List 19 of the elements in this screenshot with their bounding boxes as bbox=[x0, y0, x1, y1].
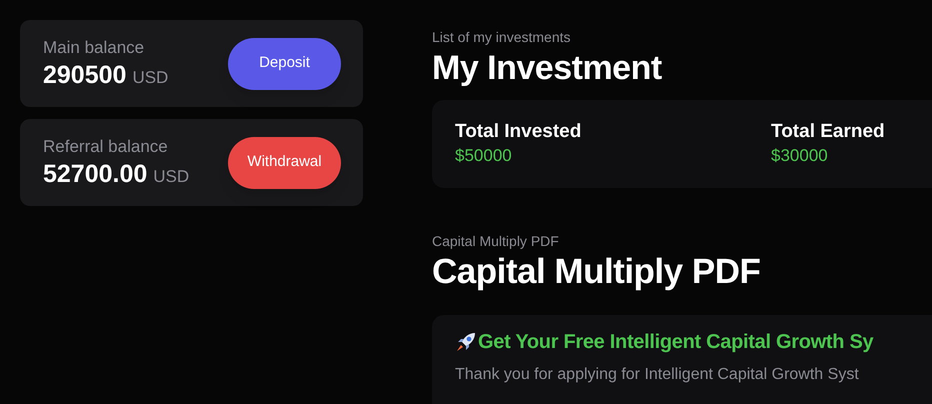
section-title: Capital Multiply PDF bbox=[432, 251, 762, 293]
stat-value: $30000 bbox=[771, 145, 829, 167]
withdrawal-button[interactable]: Withdrawal bbox=[228, 136, 341, 188]
card-text: Thank you for applying for Intelligent Capital Growth Syst bbox=[455, 365, 860, 385]
section-title: My Investment bbox=[432, 48, 663, 89]
balance-amount: 290500 bbox=[43, 60, 126, 90]
stat-label: Total Earned bbox=[771, 120, 886, 144]
deposit-button[interactable]: Deposit bbox=[228, 38, 341, 90]
balance-label: Main balance bbox=[43, 36, 146, 58]
rocket-icon bbox=[455, 331, 477, 353]
currency-label: USD bbox=[153, 166, 190, 188]
balance-amount: 52700.00 bbox=[43, 158, 148, 190]
balance-label: Referral balance bbox=[43, 136, 169, 158]
stat-value: $50000 bbox=[455, 145, 513, 167]
card-heading: Get Your Free Intelligent Capital Growth Sy bbox=[478, 330, 874, 355]
currency-label: USD bbox=[132, 66, 168, 88]
section-subtitle: List of my investments bbox=[432, 28, 572, 46]
section-subtitle: Capital Multiply PDF bbox=[432, 232, 560, 250]
stat-label: Total Invested bbox=[455, 120, 582, 144]
